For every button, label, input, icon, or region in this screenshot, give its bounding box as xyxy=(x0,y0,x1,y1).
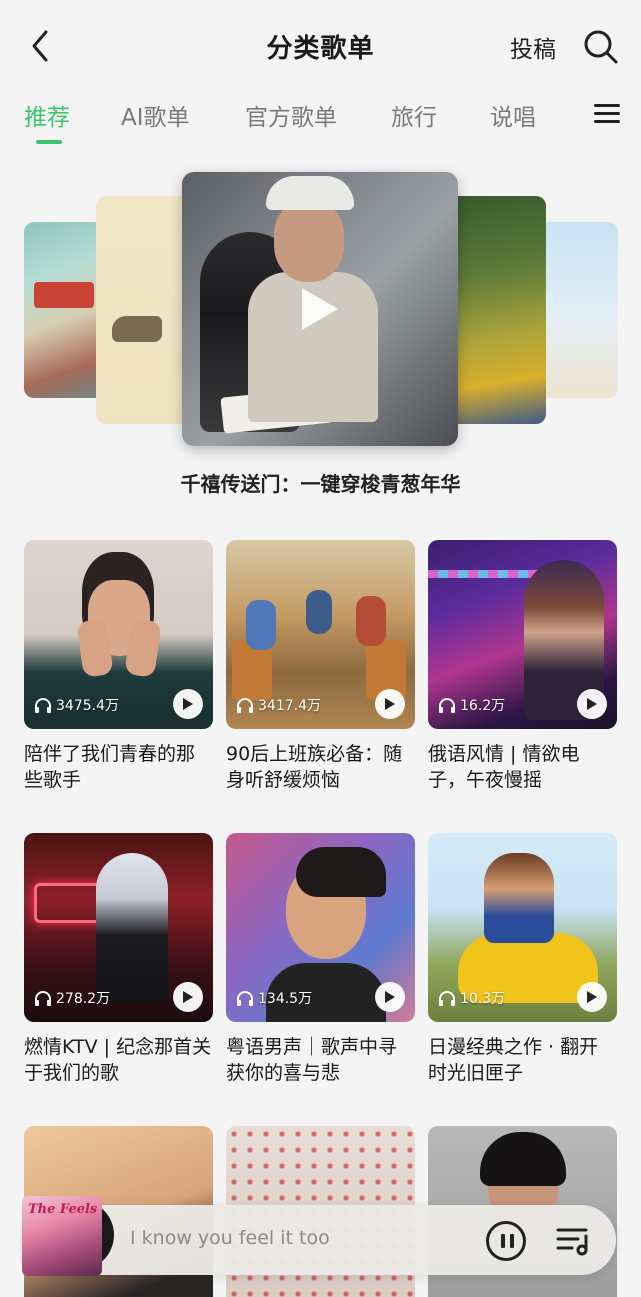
carousel-caption: 千禧传送门：一键穿梭青葱年华 xyxy=(180,472,461,496)
featured-carousel: 千禧传送门：一键穿梭青葱年华 xyxy=(0,150,641,520)
headphones-icon xyxy=(439,698,455,713)
headphones-icon xyxy=(439,991,455,1006)
pause-button[interactable] xyxy=(486,1221,526,1261)
playlist-icon xyxy=(556,1228,588,1256)
play-icon xyxy=(183,991,193,1003)
playlist-cover: 10.3万 xyxy=(428,833,617,1022)
play-icon xyxy=(587,698,597,710)
carousel-card[interactable] xyxy=(446,196,546,424)
play-button[interactable] xyxy=(375,689,405,719)
album-art: The Feels xyxy=(22,1196,102,1276)
playlist-title: 陪伴了我们青春的那些歌手 xyxy=(24,743,196,791)
menu-button[interactable] xyxy=(594,100,624,130)
header: 分类歌单 投稿 xyxy=(0,0,641,92)
play-icon[interactable] xyxy=(296,284,342,334)
playlist-title: 粤语男声｜歌声中寻获你的喜与悲 xyxy=(226,1036,398,1084)
playlist-title: 90后上班族必备：随身听舒缓烦恼 xyxy=(226,743,403,791)
play-count: 134.5万 xyxy=(236,988,312,1008)
search-button[interactable] xyxy=(582,28,620,66)
headphones-icon xyxy=(237,698,253,713)
playlist-card[interactable]: 134.5万 粤语男声｜歌声中寻获你的喜与悲 xyxy=(226,833,415,1088)
playlist-card[interactable]: 10.3万 日漫经典之作 · 翻开时光旧匣子 xyxy=(428,833,617,1088)
play-icon xyxy=(587,991,597,1003)
play-icon xyxy=(385,698,395,710)
play-button[interactable] xyxy=(173,982,203,1012)
play-count: 278.2万 xyxy=(34,988,110,1008)
pause-icon xyxy=(501,1234,505,1248)
play-button[interactable] xyxy=(577,689,607,719)
playlist-title: 俄语风情 | 情欲电子，午夜慢摇 xyxy=(428,743,580,791)
playlist-cover: 134.5万 xyxy=(226,833,415,1022)
submit-button[interactable]: 投稿 xyxy=(510,30,556,64)
play-count: 10.3万 xyxy=(438,988,505,1008)
carousel-card[interactable] xyxy=(96,196,196,424)
headphones-icon xyxy=(35,991,51,1006)
now-playing-cover[interactable]: The Feels xyxy=(22,1196,114,1278)
playlist-title: 燃情KTV | 纪念那首关于我们的歌 xyxy=(24,1036,212,1084)
tab-official-playlist[interactable]: 官方歌单 xyxy=(245,98,337,132)
playlist-title: 日漫经典之作 · 翻开时光旧匣子 xyxy=(428,1036,599,1084)
play-button[interactable] xyxy=(173,689,203,719)
tab-rap[interactable]: 说唱 xyxy=(490,98,536,132)
tab-ai-playlist[interactable]: AI歌单 xyxy=(121,98,190,132)
playlist-cover: 3417.4万 xyxy=(226,540,415,729)
search-icon xyxy=(584,30,618,64)
app-root: 分类歌单 投稿 推荐 AI歌单 官方歌单 旅行 说唱 千禧传送门：一键穿梭青葱年… xyxy=(0,0,641,1297)
play-count: 3475.4万 xyxy=(34,695,119,715)
play-count: 16.2万 xyxy=(438,695,505,715)
play-count: 3417.4万 xyxy=(236,695,321,715)
menu-icon xyxy=(594,104,620,107)
headphones-icon xyxy=(35,698,51,713)
play-button[interactable] xyxy=(375,982,405,1012)
playlist-cover: 278.2万 xyxy=(24,833,213,1022)
cover-art xyxy=(112,316,162,342)
tab-travel[interactable]: 旅行 xyxy=(391,98,437,132)
playlist-card[interactable]: 3417.4万 90后上班族必备：随身听舒缓烦恼 xyxy=(226,540,415,795)
playlist-cover: 3475.4万 xyxy=(24,540,213,729)
active-tab-indicator xyxy=(36,140,62,144)
headphones-icon xyxy=(237,991,253,1006)
playlist-card[interactable]: 16.2万 俄语风情 | 情欲电子，午夜慢摇 xyxy=(428,540,617,795)
carousel-card-featured[interactable] xyxy=(182,172,458,446)
play-button[interactable] xyxy=(577,982,607,1012)
playlist-card[interactable]: 3475.4万 陪伴了我们青春的那些歌手 xyxy=(24,540,213,795)
tab-recommend[interactable]: 推荐 xyxy=(24,98,70,132)
playlist-queue-button[interactable] xyxy=(556,1224,592,1258)
playlist-cover: 16.2万 xyxy=(428,540,617,729)
play-icon xyxy=(183,698,193,710)
now-playing-title[interactable]: I know you feel it too xyxy=(130,1227,330,1249)
playlist-card[interactable]: 278.2万 燃情KTV | 纪念那首关于我们的歌 xyxy=(24,833,213,1088)
play-icon xyxy=(385,991,395,1003)
category-tabs: 推荐 AI歌单 官方歌单 旅行 说唱 xyxy=(0,92,641,152)
cover-art xyxy=(34,282,94,308)
